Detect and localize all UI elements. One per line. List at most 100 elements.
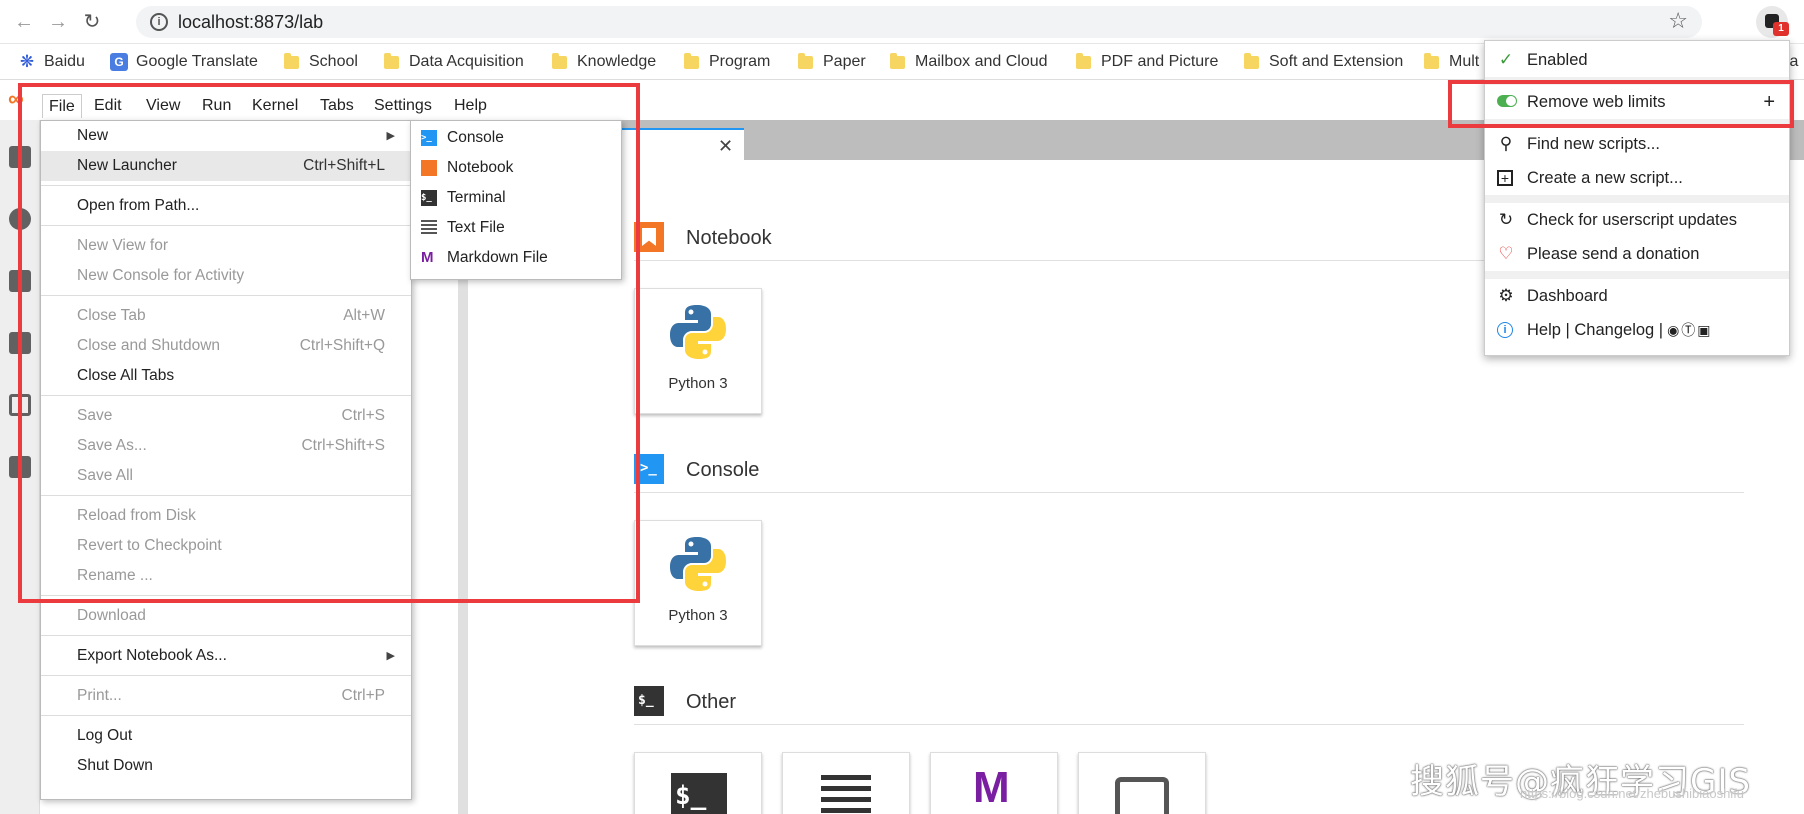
- python-logo-icon: [670, 537, 726, 591]
- menu-item-new[interactable]: New ▶: [41, 121, 411, 151]
- facebook-icon[interactable]: Ⓣ: [1681, 322, 1695, 338]
- ext-item-remove-web-limits[interactable]: Remove web limits +: [1485, 85, 1789, 119]
- google-translate-icon: G: [110, 53, 128, 71]
- bookmark-folder-program[interactable]: Program: [684, 52, 770, 72]
- property-inspector-icon[interactable]: [9, 332, 31, 354]
- ext-item-help-changelog[interactable]: i Help | Changelog | ◉ Ⓣ ▣: [1485, 313, 1789, 347]
- text-file-card[interactable]: [782, 752, 910, 814]
- file-menu-dropdown: New ▶ New Launcher Ctrl+Shift+L Open from …: [40, 120, 412, 800]
- bookmark-star-icon[interactable]: ☆: [1668, 8, 1688, 34]
- folder-icon: [684, 52, 699, 69]
- notebook-icon: [421, 160, 437, 176]
- menu-item-shut-down[interactable]: Shut Down: [41, 751, 411, 781]
- other-section-icon: $_: [634, 686, 664, 716]
- left-activity-bar: [0, 120, 40, 814]
- menu-separator: [41, 715, 411, 716]
- file-browser-icon[interactable]: [9, 146, 31, 168]
- kernel-label: Python 3: [668, 607, 728, 624]
- menu-separator: [41, 185, 411, 186]
- menu-view[interactable]: View: [140, 94, 186, 118]
- menu-item-new-launcher[interactable]: New Launcher Ctrl+Shift+L: [41, 151, 411, 181]
- menu-item-log-out[interactable]: Log Out: [41, 721, 411, 751]
- toggle-on-icon[interactable]: [1497, 95, 1517, 113]
- submenu-item-notebook[interactable]: Notebook: [411, 153, 621, 183]
- menu-separator: [41, 295, 411, 296]
- ext-item-create-new-script[interactable]: + Create a new script...: [1485, 161, 1789, 195]
- forward-arrow-icon[interactable]: →: [44, 8, 72, 36]
- folder-icon: [1244, 52, 1259, 69]
- jupyter-logo-icon: ∞: [8, 86, 24, 111]
- help-window-icon: [1115, 777, 1169, 814]
- section-divider: [634, 492, 1744, 493]
- menu-item-rename: Rename ...: [77, 567, 153, 584]
- terminal-card[interactable]: $_: [634, 752, 762, 814]
- ext-item-enabled[interactable]: ✓ Enabled: [1485, 43, 1789, 77]
- text-file-icon: [421, 220, 437, 236]
- extension-badge: 1: [1773, 22, 1789, 36]
- folder-icon: [284, 52, 299, 69]
- bookmark-folder-pdf-and-picture[interactable]: PDF and Picture: [1076, 52, 1218, 72]
- bookmark-folder-soft-and-extension[interactable]: Soft and Extension: [1244, 52, 1403, 72]
- bookmark-folder-data-acquisition[interactable]: Data Acquisition: [384, 52, 524, 72]
- gear-icon: ⚙: [1498, 286, 1514, 305]
- reload-icon[interactable]: ↻: [78, 8, 106, 36]
- close-tab-icon[interactable]: ✕: [718, 136, 733, 157]
- bookmark-google-translate[interactable]: G Google Translate: [110, 52, 258, 72]
- github-icon[interactable]: ◉: [1667, 322, 1679, 338]
- menu-separator: [41, 225, 411, 226]
- instagram-icon[interactable]: ▣: [1697, 322, 1710, 338]
- console-icon: >_: [421, 130, 437, 146]
- tabs-panel-icon[interactable]: [9, 394, 31, 416]
- menu-item-new-console-for-activity: New Console for Activity: [77, 267, 245, 284]
- baidu-paw-icon: ❋: [19, 52, 35, 71]
- terminal-icon: $_: [421, 190, 437, 206]
- ext-item-check-updates[interactable]: ↻ Check for userscript updates: [1485, 203, 1789, 237]
- info-icon: i: [1497, 322, 1513, 338]
- bookmark-folder-knowledge[interactable]: Knowledge: [552, 52, 656, 72]
- console-python3-card[interactable]: Python 3: [634, 520, 762, 646]
- bookmark-folder-mult[interactable]: Mult: [1424, 52, 1479, 72]
- ext-item-find-new-scripts[interactable]: ⚲ Find new scripts...: [1485, 127, 1789, 161]
- menu-item-close-all-tabs[interactable]: Close All Tabs: [41, 361, 411, 391]
- python-logo-icon: [670, 305, 726, 359]
- add-script-button[interactable]: +: [1763, 85, 1775, 119]
- bookmark-baidu[interactable]: ❋ Baidu: [18, 52, 85, 72]
- submenu-item-text-file[interactable]: Text File: [411, 213, 621, 243]
- menu-item-reload-from-disk: Reload from Disk: [77, 507, 196, 524]
- menu-run[interactable]: Run: [196, 94, 237, 118]
- menu-item-save-all: Save All: [77, 467, 134, 484]
- extension-manager-icon[interactable]: [9, 456, 31, 478]
- menu-settings[interactable]: Settings: [368, 94, 438, 118]
- notebook-section-title: Notebook: [686, 227, 772, 249]
- submenu-item-console[interactable]: >_ Console: [411, 123, 621, 153]
- url-text[interactable]: localhost:8873/lab: [178, 12, 323, 33]
- bookmark-folder-school[interactable]: School: [284, 52, 358, 72]
- plus-square-icon: +: [1497, 170, 1513, 186]
- menu-tabs[interactable]: Tabs: [314, 94, 360, 118]
- running-sessions-icon[interactable]: [9, 208, 31, 230]
- menu-file[interactable]: File: [42, 94, 82, 118]
- menu-item-open-from-path[interactable]: Open from Path...: [41, 191, 411, 221]
- menu-kernel[interactable]: Kernel: [246, 94, 304, 118]
- site-info-icon[interactable]: i: [150, 13, 168, 31]
- notebook-python3-card[interactable]: Python 3: [634, 288, 762, 414]
- address-bar[interactable]: i localhost:8873/lab ☆: [136, 6, 1702, 38]
- menu-help[interactable]: Help: [448, 94, 493, 118]
- menu-item-export-notebook-as[interactable]: Export Notebook As... ▶: [41, 641, 411, 671]
- markdown-file-card[interactable]: M: [930, 752, 1058, 814]
- submenu-item-terminal[interactable]: $_ Terminal: [411, 183, 621, 213]
- checkmark-icon: ✓: [1498, 50, 1514, 69]
- console-section-title: Console: [686, 459, 760, 481]
- ext-item-donate[interactable]: ♡ Please send a donation: [1485, 237, 1789, 271]
- folder-icon: [552, 52, 567, 69]
- contextual-help-card[interactable]: [1078, 752, 1206, 814]
- menu-item-save: Save Ctrl+S: [77, 407, 385, 424]
- submenu-item-markdown-file[interactable]: M Markdown File: [411, 243, 621, 273]
- submenu-arrow-icon: ▶: [386, 130, 395, 142]
- bookmark-folder-mailbox-and-cloud[interactable]: Mailbox and Cloud: [890, 52, 1048, 72]
- bookmark-folder-paper[interactable]: Paper: [798, 52, 866, 72]
- back-arrow-icon[interactable]: ←: [10, 8, 38, 36]
- ext-item-dashboard[interactable]: ⚙ Dashboard: [1485, 279, 1789, 313]
- command-palette-icon[interactable]: [9, 270, 31, 292]
- menu-edit[interactable]: Edit: [88, 94, 128, 118]
